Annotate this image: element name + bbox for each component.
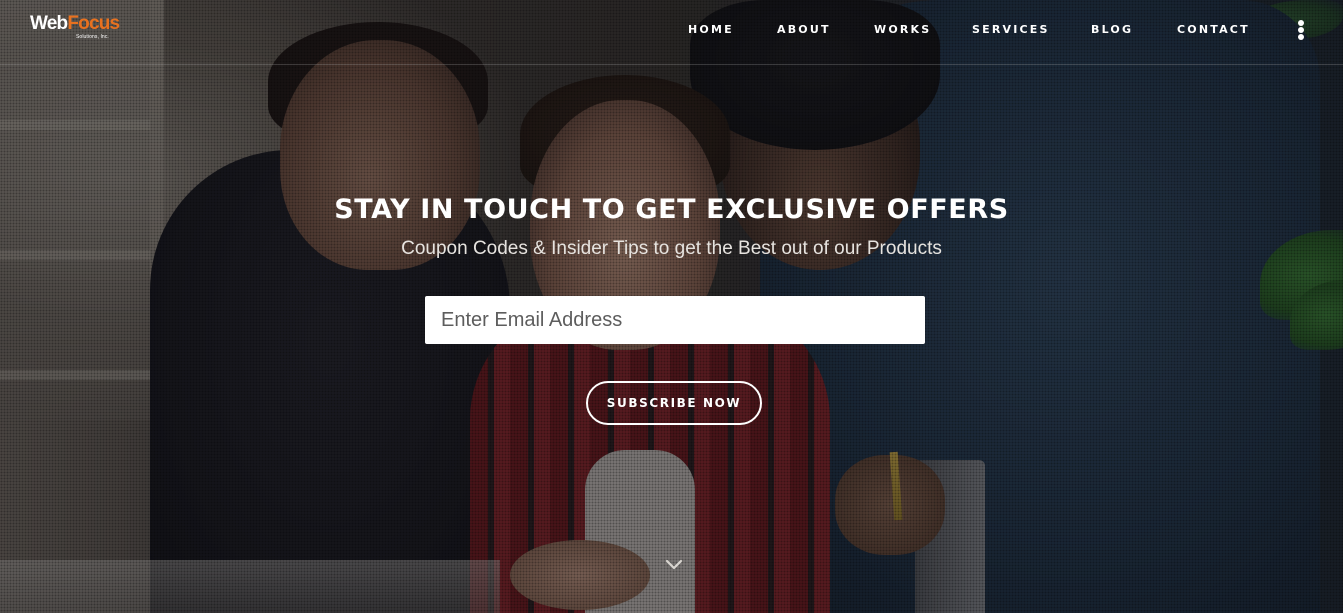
chevron-down-icon-graphic bbox=[665, 559, 683, 570]
email-input[interactable] bbox=[425, 296, 925, 344]
hero-subtitle: Coupon Codes & Insider Tips to get the B… bbox=[401, 238, 942, 259]
subscribe-now-button[interactable]: SUBSCRIBE NOW bbox=[586, 381, 762, 425]
hero-title: STAY IN TOUCH TO GET EXCLUSIVE OFFERS bbox=[334, 194, 1009, 225]
chevron-down-icon[interactable] bbox=[664, 558, 684, 572]
newsletter-hero: STAY IN TOUCH TO GET EXCLUSIVE OFFERS Co… bbox=[0, 0, 1343, 613]
